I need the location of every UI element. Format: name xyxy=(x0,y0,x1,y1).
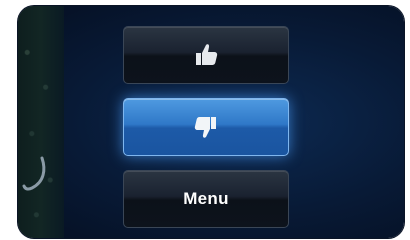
menu-button-label: Menu xyxy=(183,189,229,208)
rating-panel: Menu xyxy=(18,6,404,238)
thumbs-up-icon xyxy=(193,42,219,68)
thumbs-down-button[interactable] xyxy=(123,98,289,156)
thumbs-up-button[interactable] xyxy=(123,26,289,84)
background-hook-shape xyxy=(22,156,46,191)
thumbs-down-icon xyxy=(193,114,219,140)
menu-button[interactable]: Menu xyxy=(123,170,289,228)
background-strip xyxy=(18,6,64,238)
